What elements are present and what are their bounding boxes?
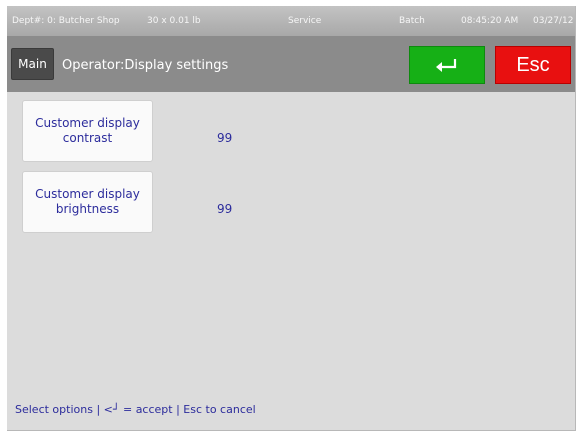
unit-status: 30 x 0.01 lb: [147, 16, 201, 26]
enter-icon: [436, 59, 457, 72]
brightness-setting-button[interactable]: Customer display brightness: [22, 171, 153, 233]
date-status: 03/27/12: [533, 16, 574, 26]
batch-status: Batch: [399, 16, 425, 26]
contrast-setting-button[interactable]: Customer display contrast: [22, 100, 153, 162]
dept-status: Dept#: 0: Butcher Shop: [12, 16, 120, 26]
status-bar: Dept#: 0: Butcher Shop 30 x 0.01 lb Serv…: [7, 6, 575, 36]
header-bar: Main Operator:Display settings Esc: [7, 36, 575, 92]
page-title: Operator:Display settings: [62, 58, 229, 73]
contrast-value: 99: [217, 131, 233, 145]
brightness-value: 99: [217, 202, 233, 216]
time-status: 08:45:20 AM: [461, 16, 519, 26]
app-window: Dept#: 0: Butcher Shop 30 x 0.01 lb Serv…: [7, 6, 576, 431]
esc-button[interactable]: Esc: [495, 46, 571, 84]
mode-status: Service: [288, 16, 322, 26]
main-button[interactable]: Main: [11, 48, 54, 80]
enter-button[interactable]: [409, 46, 485, 84]
footer-hint: Select options | <┘ = accept | Esc to ca…: [15, 403, 256, 416]
